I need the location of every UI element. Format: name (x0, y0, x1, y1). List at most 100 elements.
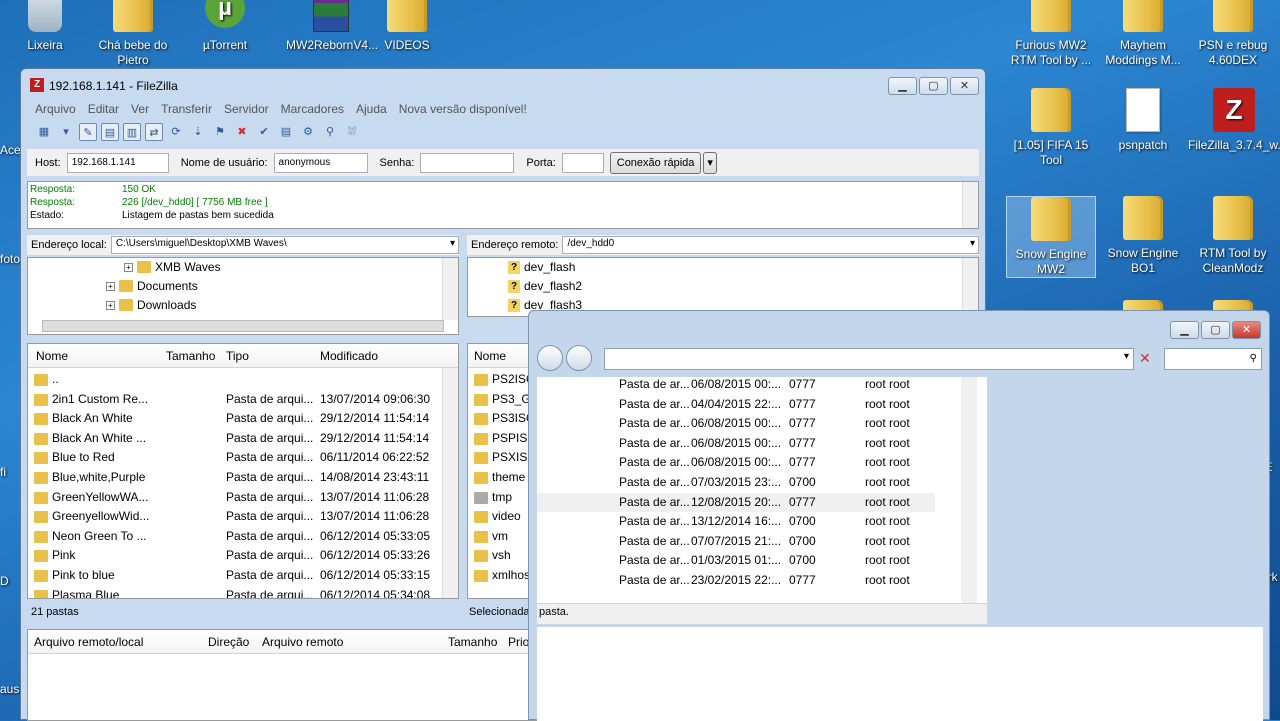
expand-icon[interactable]: + (106, 281, 115, 291)
remote-address-input[interactable]: /dev_hdd0 ▾ (562, 236, 979, 254)
clear-address-icon[interactable]: ✕ (1139, 350, 1151, 367)
expand-icon[interactable]: + (124, 262, 133, 272)
explorer-scrollbar[interactable] (961, 377, 977, 603)
menu-item[interactable]: Ver (131, 101, 149, 118)
table-row[interactable]: Pink to blue Pasta de arqui... 06/12/2014 … (28, 566, 442, 586)
table-row[interactable]: Neon Green To ... Pasta de arqui... 06/12/… (28, 527, 442, 547)
table-row[interactable]: Pink Pasta de arqui... 06/12/2014 05:33:26 (28, 546, 442, 566)
transfer-column-header[interactable]: Direção (208, 635, 249, 649)
process-queue-icon[interactable]: ⇣ (189, 123, 207, 141)
table-row[interactable]: Pasta de ar... 06/08/2015 00:... 0777 root … (537, 453, 937, 473)
menu-item[interactable]: Servidor (224, 101, 269, 118)
refresh-icon[interactable]: ⟳ (167, 123, 185, 141)
maximize-button[interactable]: ▢ (919, 77, 948, 95)
table-row[interactable]: Black An White Pasta de arqui... 29/12/201… (28, 409, 442, 429)
local-tree-scrollbar[interactable] (442, 258, 458, 320)
forward-button[interactable] (566, 345, 592, 371)
desktop-icon[interactable]: Mayhem Moddings M... (1098, 0, 1188, 68)
desktop-icon[interactable]: RTM Tool by CleanModz (1188, 196, 1278, 276)
cancel-icon[interactable]: ⚑ (211, 123, 229, 141)
explorer-search-input[interactable]: ⚲ (1164, 348, 1262, 370)
table-row[interactable]: Pasta de ar... 04/04/2015 22:... 0777 root … (537, 395, 937, 415)
expand-icon[interactable]: + (106, 300, 115, 310)
filter-icon[interactable]: ▤ (277, 123, 295, 141)
col-type[interactable]: Tipo (226, 349, 249, 363)
table-row[interactable]: Pasta de ar... 23/02/2015 22:... 0777 root … (537, 571, 937, 591)
minimize-button[interactable]: ▁ (888, 77, 917, 95)
table-row[interactable]: GreenYellowWA... Pasta de arqui... 13/07/2… (28, 488, 442, 508)
explorer-maximize-button[interactable]: ▢ (1201, 321, 1230, 339)
reconnect-icon[interactable]: ✔ (255, 123, 273, 141)
local-list-scrollbar[interactable] (442, 368, 458, 598)
table-row[interactable]: Pasta de ar... 07/03/2015 23:... 0700 root … (537, 473, 937, 493)
table-row[interactable]: Blue,white,Purple Pasta de arqui... 14/08/… (28, 468, 442, 488)
desktop-icon[interactable]: Z FileZilla_3.7.4_w... (1188, 88, 1280, 153)
menu-item[interactable]: Arquivo (35, 101, 76, 118)
password-input[interactable] (420, 152, 515, 173)
table-row[interactable]: Pasta de ar... 06/08/2015 00:... 0777 root … (537, 375, 937, 395)
toggle-queue-icon[interactable]: ⇄ (145, 123, 163, 141)
explorer-address-bar[interactable]: ▾ (604, 348, 1134, 370)
table-row[interactable]: GreenyellowWid... Pasta de arqui... 13/07/… (28, 507, 442, 527)
address-dropdown-icon[interactable]: ▾ (1124, 351, 1129, 362)
remote-tree-item[interactable]: ? dev_flash (508, 260, 575, 274)
menu-item[interactable]: Transferir (161, 101, 212, 118)
site-manager-icon[interactable]: ▦ (35, 123, 53, 141)
transfer-column-header[interactable]: Tamanho (448, 635, 497, 649)
table-row[interactable]: Black An White ... Pasta de arqui... 29/12… (28, 429, 442, 449)
port-input[interactable] (561, 152, 604, 173)
local-tree-item[interactable]: + Downloads (106, 298, 196, 312)
local-address-input[interactable]: C:\Users\miguel\Desktop\XMB Waves\ ▾ (110, 236, 459, 254)
table-row[interactable]: .. (28, 370, 442, 390)
toggle-log-icon[interactable]: ✎ (79, 123, 97, 141)
desktop-icon[interactable]: Furious MW2 RTM Tool by ... (1006, 0, 1096, 68)
search-icon[interactable]: ⛆ (343, 123, 361, 141)
menu-item[interactable]: Marcadores (281, 101, 344, 118)
quickconnect-button[interactable]: Conexão rápida (609, 151, 702, 174)
remote-tree-item[interactable]: ? dev_flash2 (508, 279, 582, 293)
username-input[interactable] (273, 152, 368, 173)
table-row[interactable]: Pasta de ar... 01/03/2015 01:... 0700 root … (537, 551, 937, 571)
remote-col-name[interactable]: Nome (474, 349, 506, 363)
desktop-icon[interactable]: µ µTorrent (180, 0, 270, 53)
desktop-icon[interactable]: VIDEOS (362, 0, 452, 53)
compare-icon[interactable]: ⚙ (299, 123, 317, 141)
table-row[interactable]: 2in1 Custom Re... Pasta de arqui... 13/07/… (28, 390, 442, 410)
desktop-icon[interactable]: Snow Engine MW2 (1006, 196, 1096, 278)
table-row[interactable]: Pasta de ar... 06/08/2015 00:... 0777 root … (537, 414, 937, 434)
menu-item[interactable]: Editar (88, 101, 119, 118)
local-tree-item[interactable]: + Documents (106, 279, 198, 293)
sync-browse-icon[interactable]: ⚲ (321, 123, 339, 141)
col-modified[interactable]: Modificado (320, 349, 378, 363)
filezilla-titlebar[interactable]: Z 192.168.1.141 - FileZilla ▁ ▢ ✕ (21, 69, 985, 101)
table-row[interactable]: Pasta de ar... 13/12/2014 16:... 0700 root … (537, 512, 937, 532)
local-tree-hscrollbar[interactable] (42, 320, 444, 332)
toggle-remote-tree-icon[interactable]: ▥ (123, 123, 141, 141)
log-scrollbar[interactable] (962, 182, 978, 228)
table-row[interactable]: Blue to Red Pasta de arqui... 06/11/2014 0… (28, 448, 442, 468)
quickconnect-dropdown-button[interactable]: ▾ (703, 151, 717, 174)
col-size[interactable]: Tamanho (166, 349, 215, 363)
table-row[interactable]: Pasta de ar... 12/08/2015 20:... 0777 root … (537, 492, 935, 513)
col-name[interactable]: Nome (36, 349, 68, 363)
desktop-icon[interactable]: Lixeira (0, 0, 90, 53)
explorer-close-button[interactable]: ✕ (1232, 321, 1261, 339)
transfer-column-header[interactable]: Arquivo remoto (262, 635, 343, 649)
local-tree-item[interactable]: + XMB Waves (124, 260, 221, 274)
host-input[interactable] (66, 152, 169, 173)
remote-tree-scrollbar[interactable] (962, 258, 978, 316)
menu-item[interactable]: Nova versão disponível! (399, 101, 527, 118)
back-button[interactable] (537, 345, 563, 371)
explorer-minimize-button[interactable]: ▁ (1170, 321, 1199, 339)
menu-item[interactable]: Ajuda (356, 101, 387, 118)
dropdown-arrow-icon[interactable]: ▾ (57, 123, 75, 141)
table-row[interactable]: Pasta de ar... 06/08/2015 00:... 0777 root … (537, 434, 937, 454)
toggle-local-tree-icon[interactable]: ▤ (101, 123, 119, 141)
table-row[interactable]: Plasma Blue Pasta de arqui... 06/12/2014 0… (28, 586, 442, 598)
desktop-icon[interactable]: [1.05] FIFA 15 Tool (1006, 88, 1096, 168)
desktop-icon[interactable]: Chá bebe do Pietro (88, 0, 178, 68)
transfer-column-header[interactable]: Arquivo remoto/local (34, 635, 143, 649)
close-button[interactable]: ✕ (950, 77, 979, 95)
table-row[interactable]: Pasta de ar... 07/07/2015 21:... 0700 root … (537, 532, 937, 552)
desktop-icon[interactable]: PSN e rebug 4.60DEX (1188, 0, 1278, 68)
